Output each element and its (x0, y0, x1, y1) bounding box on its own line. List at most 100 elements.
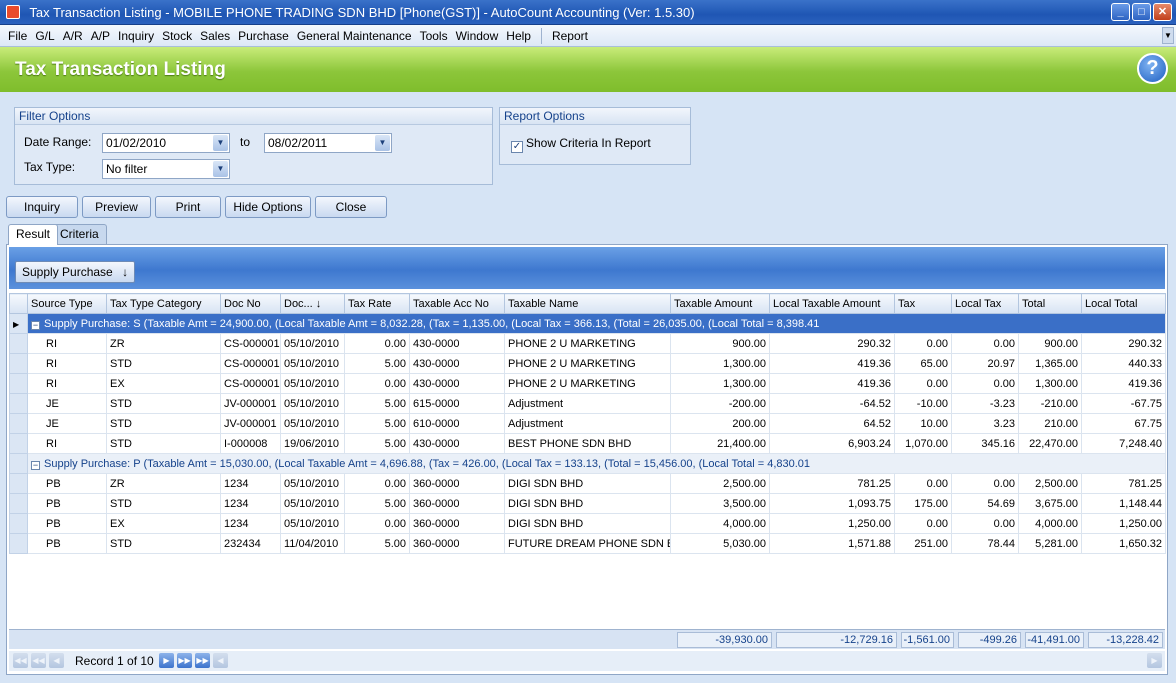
table-cell[interactable]: EX (106, 513, 221, 534)
close-button[interactable]: Close (315, 196, 387, 218)
tax-type-select[interactable]: No filter ▼ (102, 159, 230, 179)
preview-button[interactable]: Preview (82, 196, 151, 218)
menu-inquiry[interactable]: Inquiry (114, 29, 158, 43)
table-cell[interactable]: 1234 (220, 473, 281, 494)
menu-ar[interactable]: A/R (59, 29, 87, 43)
row-indicator[interactable] (9, 333, 28, 354)
table-cell[interactable]: PHONE 2 U MARKETING (504, 333, 671, 354)
table-cell[interactable]: 5.00 (344, 433, 410, 454)
table-cell[interactable]: 232434 (220, 533, 281, 554)
chevron-down-icon[interactable]: ▼ (375, 135, 390, 151)
column-header[interactable]: Taxable Acc No (409, 293, 505, 314)
table-cell[interactable]: 05/10/2010 (280, 353, 345, 374)
table-cell[interactable]: 3.23 (951, 413, 1019, 434)
table-cell[interactable]: 5,281.00 (1018, 533, 1082, 554)
help-icon[interactable]: ? (1137, 53, 1168, 84)
table-cell[interactable]: -200.00 (670, 393, 770, 414)
column-header[interactable]: Doc No (220, 293, 281, 314)
table-row[interactable]: RI STD I-000008 19/06/2010 5.00 430-0000 BEST … (9, 433, 1166, 454)
table-cell[interactable]: PB (27, 513, 107, 534)
table-cell[interactable]: EX (106, 373, 221, 394)
menu-sales[interactable]: Sales (196, 29, 234, 43)
table-cell[interactable]: PHONE 2 U MARKETING (504, 353, 671, 374)
table-row[interactable]: RI EX CS-000001 05/10/2010 0.00 430-0000 PHONE… (9, 373, 1166, 394)
table-cell[interactable]: 5.00 (344, 533, 410, 554)
collapse-icon[interactable]: − (31, 460, 40, 470)
table-cell[interactable]: 419.36 (769, 353, 895, 374)
table-cell[interactable]: 610-0000 (409, 413, 505, 434)
table-cell[interactable]: STD (106, 433, 221, 454)
table-cell[interactable]: STD (106, 393, 221, 414)
row-indicator[interactable] (9, 353, 28, 374)
menu-purchase[interactable]: Purchase (234, 29, 293, 43)
table-cell[interactable]: 21,400.00 (670, 433, 770, 454)
table-cell[interactable]: 175.00 (894, 493, 952, 514)
table-cell[interactable]: 0.00 (344, 373, 410, 394)
column-header[interactable]: Total (1018, 293, 1082, 314)
table-cell[interactable]: Adjustment (504, 413, 671, 434)
table-cell[interactable]: 1,300.00 (1018, 373, 1082, 394)
menu-general-maintenance[interactable]: General Maintenance (293, 29, 416, 43)
table-cell[interactable]: CS-000001 (220, 373, 281, 394)
column-header[interactable]: Local Total (1081, 293, 1166, 314)
table-cell[interactable]: DIGI SDN BHD (504, 513, 671, 534)
table-cell[interactable]: RI (27, 373, 107, 394)
table-cell[interactable]: 3,675.00 (1018, 493, 1082, 514)
table-cell[interactable]: 0.00 (894, 473, 952, 494)
tab-result[interactable]: Result (8, 224, 59, 245)
table-cell[interactable]: 200.00 (670, 413, 770, 434)
column-header-sorted[interactable]: Doc... ↓ (280, 293, 345, 314)
menu-ap[interactable]: A/P (87, 29, 114, 43)
table-cell[interactable]: RI (27, 353, 107, 374)
table-cell[interactable]: 4,000.00 (1018, 513, 1082, 534)
table-cell[interactable]: 430-0000 (409, 333, 505, 354)
menu-help[interactable]: Help (502, 29, 535, 43)
group-by-button[interactable]: Supply Purchase ↓ (15, 261, 136, 283)
scroll-right-icon[interactable]: ▶ (1147, 653, 1162, 668)
table-cell[interactable]: PB (27, 473, 107, 494)
table-cell[interactable]: 419.36 (1081, 373, 1166, 394)
table-cell[interactable]: 360-0000 (409, 493, 505, 514)
last-record-icon[interactable]: ▶▶ (195, 653, 210, 668)
table-row[interactable]: RI STD CS-000001 05/10/2010 5.00 430-0000 PHON… (9, 353, 1166, 374)
table-cell[interactable]: 7,248.40 (1081, 433, 1166, 454)
table-cell[interactable]: 54.69 (951, 493, 1019, 514)
table-cell[interactable]: PB (27, 533, 107, 554)
table-cell[interactable]: STD (106, 493, 221, 514)
row-indicator[interactable] (9, 433, 28, 454)
table-cell[interactable]: 781.25 (1081, 473, 1166, 494)
table-cell[interactable]: 5,030.00 (670, 533, 770, 554)
table-cell[interactable]: 2,500.00 (1018, 473, 1082, 494)
row-indicator[interactable]: ▶ (9, 313, 28, 334)
table-cell[interactable]: 1,571.88 (769, 533, 895, 554)
column-header[interactable]: Local Tax (951, 293, 1019, 314)
column-header[interactable]: Tax (894, 293, 952, 314)
table-cell[interactable]: 419.36 (769, 373, 895, 394)
group-row[interactable]: − Supply Purchase: P (Taxable Amt = 15,03… (9, 453, 1166, 474)
menu-file[interactable]: File (4, 29, 31, 43)
column-header[interactable]: Tax Type Category (106, 293, 221, 314)
hide-options-button[interactable]: Hide Options (225, 196, 311, 218)
next-record-icon[interactable]: ▶ (159, 653, 174, 668)
table-cell[interactable]: ZR (106, 333, 221, 354)
table-cell[interactable]: -67.75 (1081, 393, 1166, 414)
table-row[interactable]: JE STD JV-000001 05/10/2010 5.00 610-0000 Adju… (9, 413, 1166, 434)
row-indicator[interactable] (9, 533, 28, 554)
row-indicator[interactable] (9, 393, 28, 414)
maximize-button[interactable]: □ (1132, 3, 1151, 21)
table-cell[interactable]: PHONE 2 U MARKETING (504, 373, 671, 394)
table-cell[interactable]: 1,070.00 (894, 433, 952, 454)
table-cell[interactable]: RI (27, 333, 107, 354)
table-cell[interactable]: 67.75 (1081, 413, 1166, 434)
table-cell[interactable]: BEST PHONE SDN BHD (504, 433, 671, 454)
table-cell[interactable]: 1234 (220, 493, 281, 514)
table-cell[interactable]: JV-000001 (220, 393, 281, 414)
table-cell[interactable]: 0.00 (344, 333, 410, 354)
table-cell[interactable]: 1,300.00 (670, 353, 770, 374)
table-cell[interactable]: 1,093.75 (769, 493, 895, 514)
table-cell[interactable]: 0.00 (951, 473, 1019, 494)
table-cell[interactable]: STD (106, 533, 221, 554)
table-cell[interactable]: 251.00 (894, 533, 952, 554)
minimize-button[interactable]: _ (1111, 3, 1130, 21)
table-cell[interactable]: 10.00 (894, 413, 952, 434)
